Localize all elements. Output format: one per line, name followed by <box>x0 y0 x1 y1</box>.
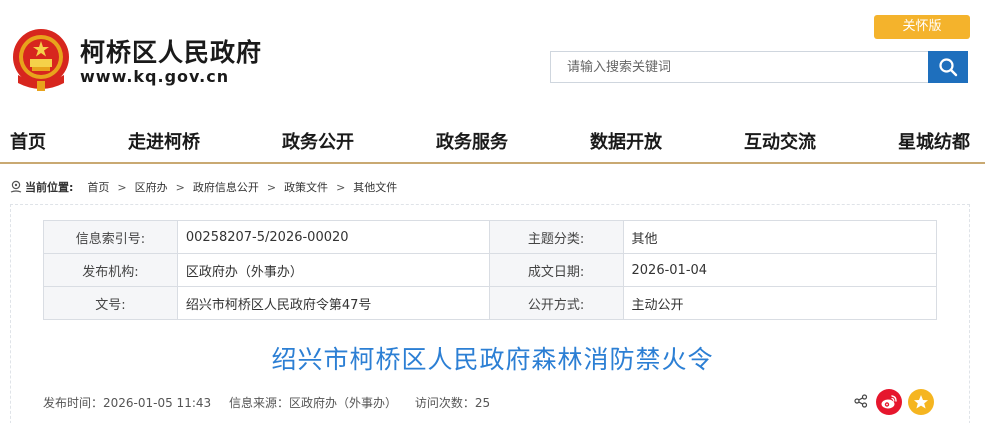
info-source: 信息来源：区政府办（外事办） <box>228 396 397 410</box>
info-key-date: 成文日期: <box>488 253 624 287</box>
search-button[interactable] <box>928 51 968 83</box>
breadcrumb-item-info-open[interactable]: 政府信息公开 <box>193 179 259 195</box>
site-header: 柯桥区人民政府 www.kq.gov.cn 关怀版 <box>0 0 985 110</box>
site-url[interactable]: www.kq.gov.cn <box>80 67 229 86</box>
location-icon <box>10 180 22 193</box>
nav-item-gov-open[interactable]: 政务公开 <box>282 128 354 154</box>
info-key-publisher: 发布机构: <box>43 253 178 287</box>
info-value-index: 00258207-5/2026-00020 <box>176 220 490 254</box>
breadcrumb-separator: > <box>175 180 185 194</box>
publish-time: 发布时间：2026-01-05 11:43 <box>43 396 212 410</box>
info-value-date: 2026-01-04 <box>622 253 937 287</box>
main-nav: 首页 走进柯桥 政务公开 政务服务 数据开放 互动交流 星城纺都 <box>0 118 985 164</box>
table-row: 信息索引号: 00258207-5/2026-00020 主题分类: 其他 <box>43 220 937 254</box>
info-key-disclosure: 公开方式: <box>488 286 624 320</box>
site-name[interactable]: 柯桥区人民政府 <box>80 33 262 69</box>
qzone-star-icon <box>914 395 928 409</box>
breadcrumb-item-home[interactable]: 首页 <box>87 179 109 195</box>
info-key-index: 信息索引号: <box>43 220 178 254</box>
breadcrumb-separator: > <box>117 180 127 194</box>
breadcrumb-separator: > <box>336 180 346 194</box>
info-value-publisher: 区政府办（外事办） <box>176 253 490 287</box>
article-meta: 发布时间：2026-01-05 11:43 信息来源：区政府办（外事办） 访问次… <box>43 394 504 411</box>
nav-item-textile-city[interactable]: 星城纺都 <box>898 128 970 154</box>
care-mode-button[interactable]: 关怀版 <box>874 15 970 39</box>
breadcrumb-label: 当前位置: <box>25 181 74 194</box>
visit-count: 访问次数：25 <box>414 396 491 410</box>
share-icon[interactable] <box>854 394 868 408</box>
breadcrumb: 当前位置: 首页 > 区府办 > 政府信息公开 > 政策文件 > 其他文件 <box>10 179 401 195</box>
nav-item-home[interactable]: 首页 <box>10 128 46 154</box>
nav-item-gov-service[interactable]: 政务服务 <box>436 128 508 154</box>
info-value-disclosure: 主动公开 <box>622 286 937 320</box>
info-value-category: 其他 <box>622 220 937 254</box>
breadcrumb-item-policy[interactable]: 政策文件 <box>284 179 328 195</box>
nav-item-interaction[interactable]: 互动交流 <box>744 128 816 154</box>
weibo-icon[interactable] <box>876 389 902 415</box>
info-table: 信息索引号: 00258207-5/2026-00020 主题分类: 其他 发布… <box>43 220 937 320</box>
info-key-category: 主题分类: <box>488 220 624 254</box>
qzone-icon[interactable] <box>908 389 934 415</box>
nav-item-data-open[interactable]: 数据开放 <box>590 128 662 154</box>
weibo-glyph-icon <box>881 395 897 409</box>
table-row: 文号: 绍兴市柯桥区人民政府令第47号 公开方式: 主动公开 <box>43 286 937 320</box>
search-box <box>550 51 930 83</box>
breadcrumb-separator: > <box>266 180 277 194</box>
info-value-doc-number: 绍兴市柯桥区人民政府令第47号 <box>176 286 490 320</box>
national-emblem-icon[interactable] <box>10 27 72 93</box>
search-input[interactable] <box>551 52 929 82</box>
breadcrumb-item-other[interactable]: 其他文件 <box>353 179 397 195</box>
nav-item-about[interactable]: 走进柯桥 <box>128 128 200 154</box>
search-icon <box>939 58 958 77</box>
info-key-doc-number: 文号: <box>43 286 178 320</box>
table-row: 发布机构: 区政府办（外事办） 成文日期: 2026-01-04 <box>43 253 937 287</box>
breadcrumb-item-office[interactable]: 区府办 <box>135 179 168 195</box>
article-title: 绍兴市柯桥区人民政府森林消防禁火令 <box>271 345 714 374</box>
